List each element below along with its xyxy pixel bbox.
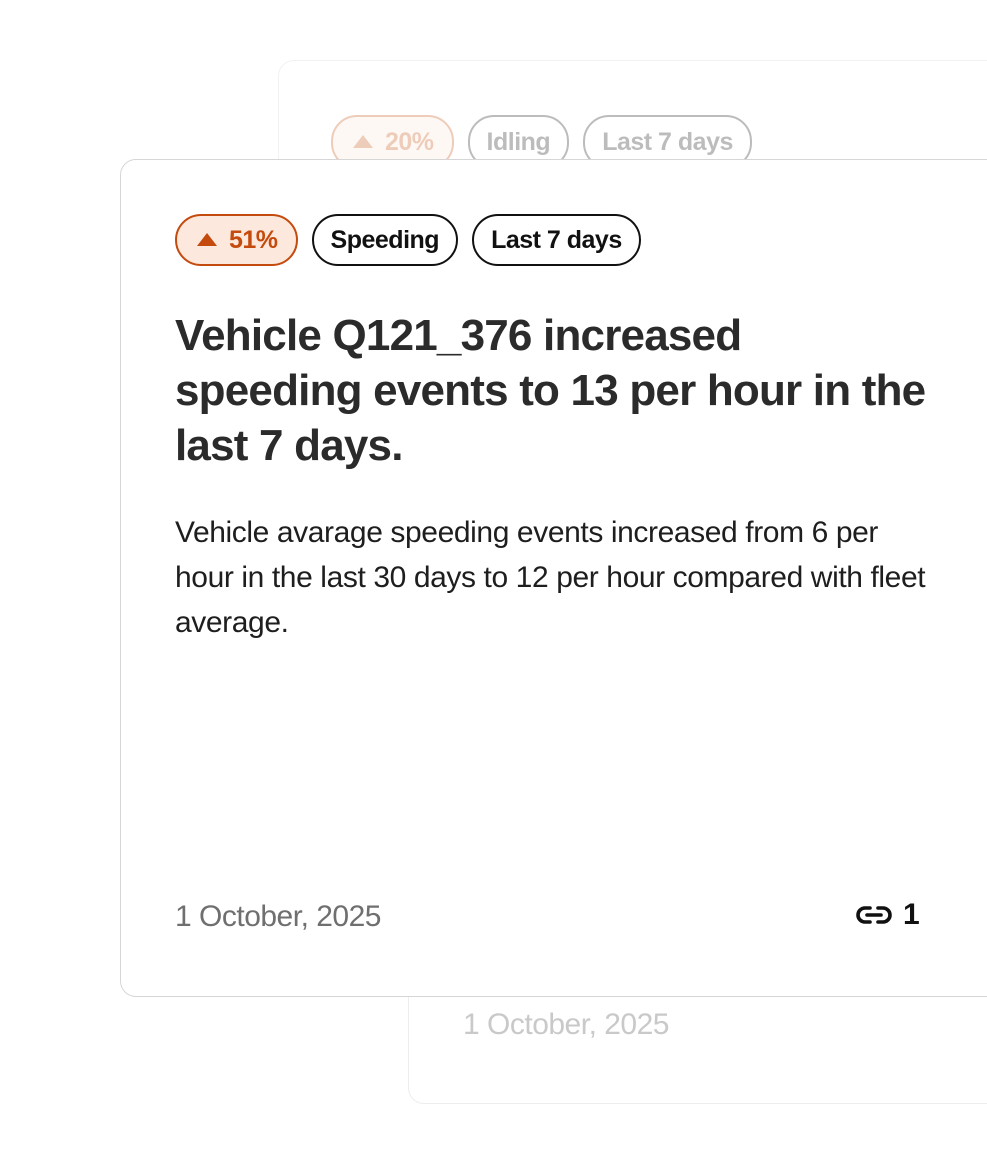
trend-value: 51% [229, 225, 278, 254]
insight-date: 1 October, 2025 [175, 900, 382, 933]
link-count: 1 [903, 898, 920, 931]
insight-description: Vehicle avarage speeding events increase… [175, 516, 926, 639]
insight-title: Vehicle Q121_376 increased speeding even… [175, 311, 926, 470]
trend-up-icon [197, 232, 217, 246]
link-icon [855, 903, 893, 927]
insight-card[interactable]: 51% Speeding Last 7 days Vehicle Q121_37… [120, 159, 987, 997]
trend-badge: 51% [175, 214, 298, 266]
insight-cards-stage: 1 October, 2025 20% Idling Last 7 days 5… [0, 0, 987, 1158]
background-card-date: 1 October, 2025 [463, 1008, 670, 1041]
period-tag: Last 7 days [472, 214, 641, 266]
category-tag: Speeding [311, 214, 459, 266]
insight-tags: 51% Speeding Last 7 days [175, 214, 641, 266]
linked-items[interactable]: 1 [855, 898, 920, 932]
background-trend-value: 20% [385, 127, 434, 156]
trend-up-icon [353, 134, 373, 148]
